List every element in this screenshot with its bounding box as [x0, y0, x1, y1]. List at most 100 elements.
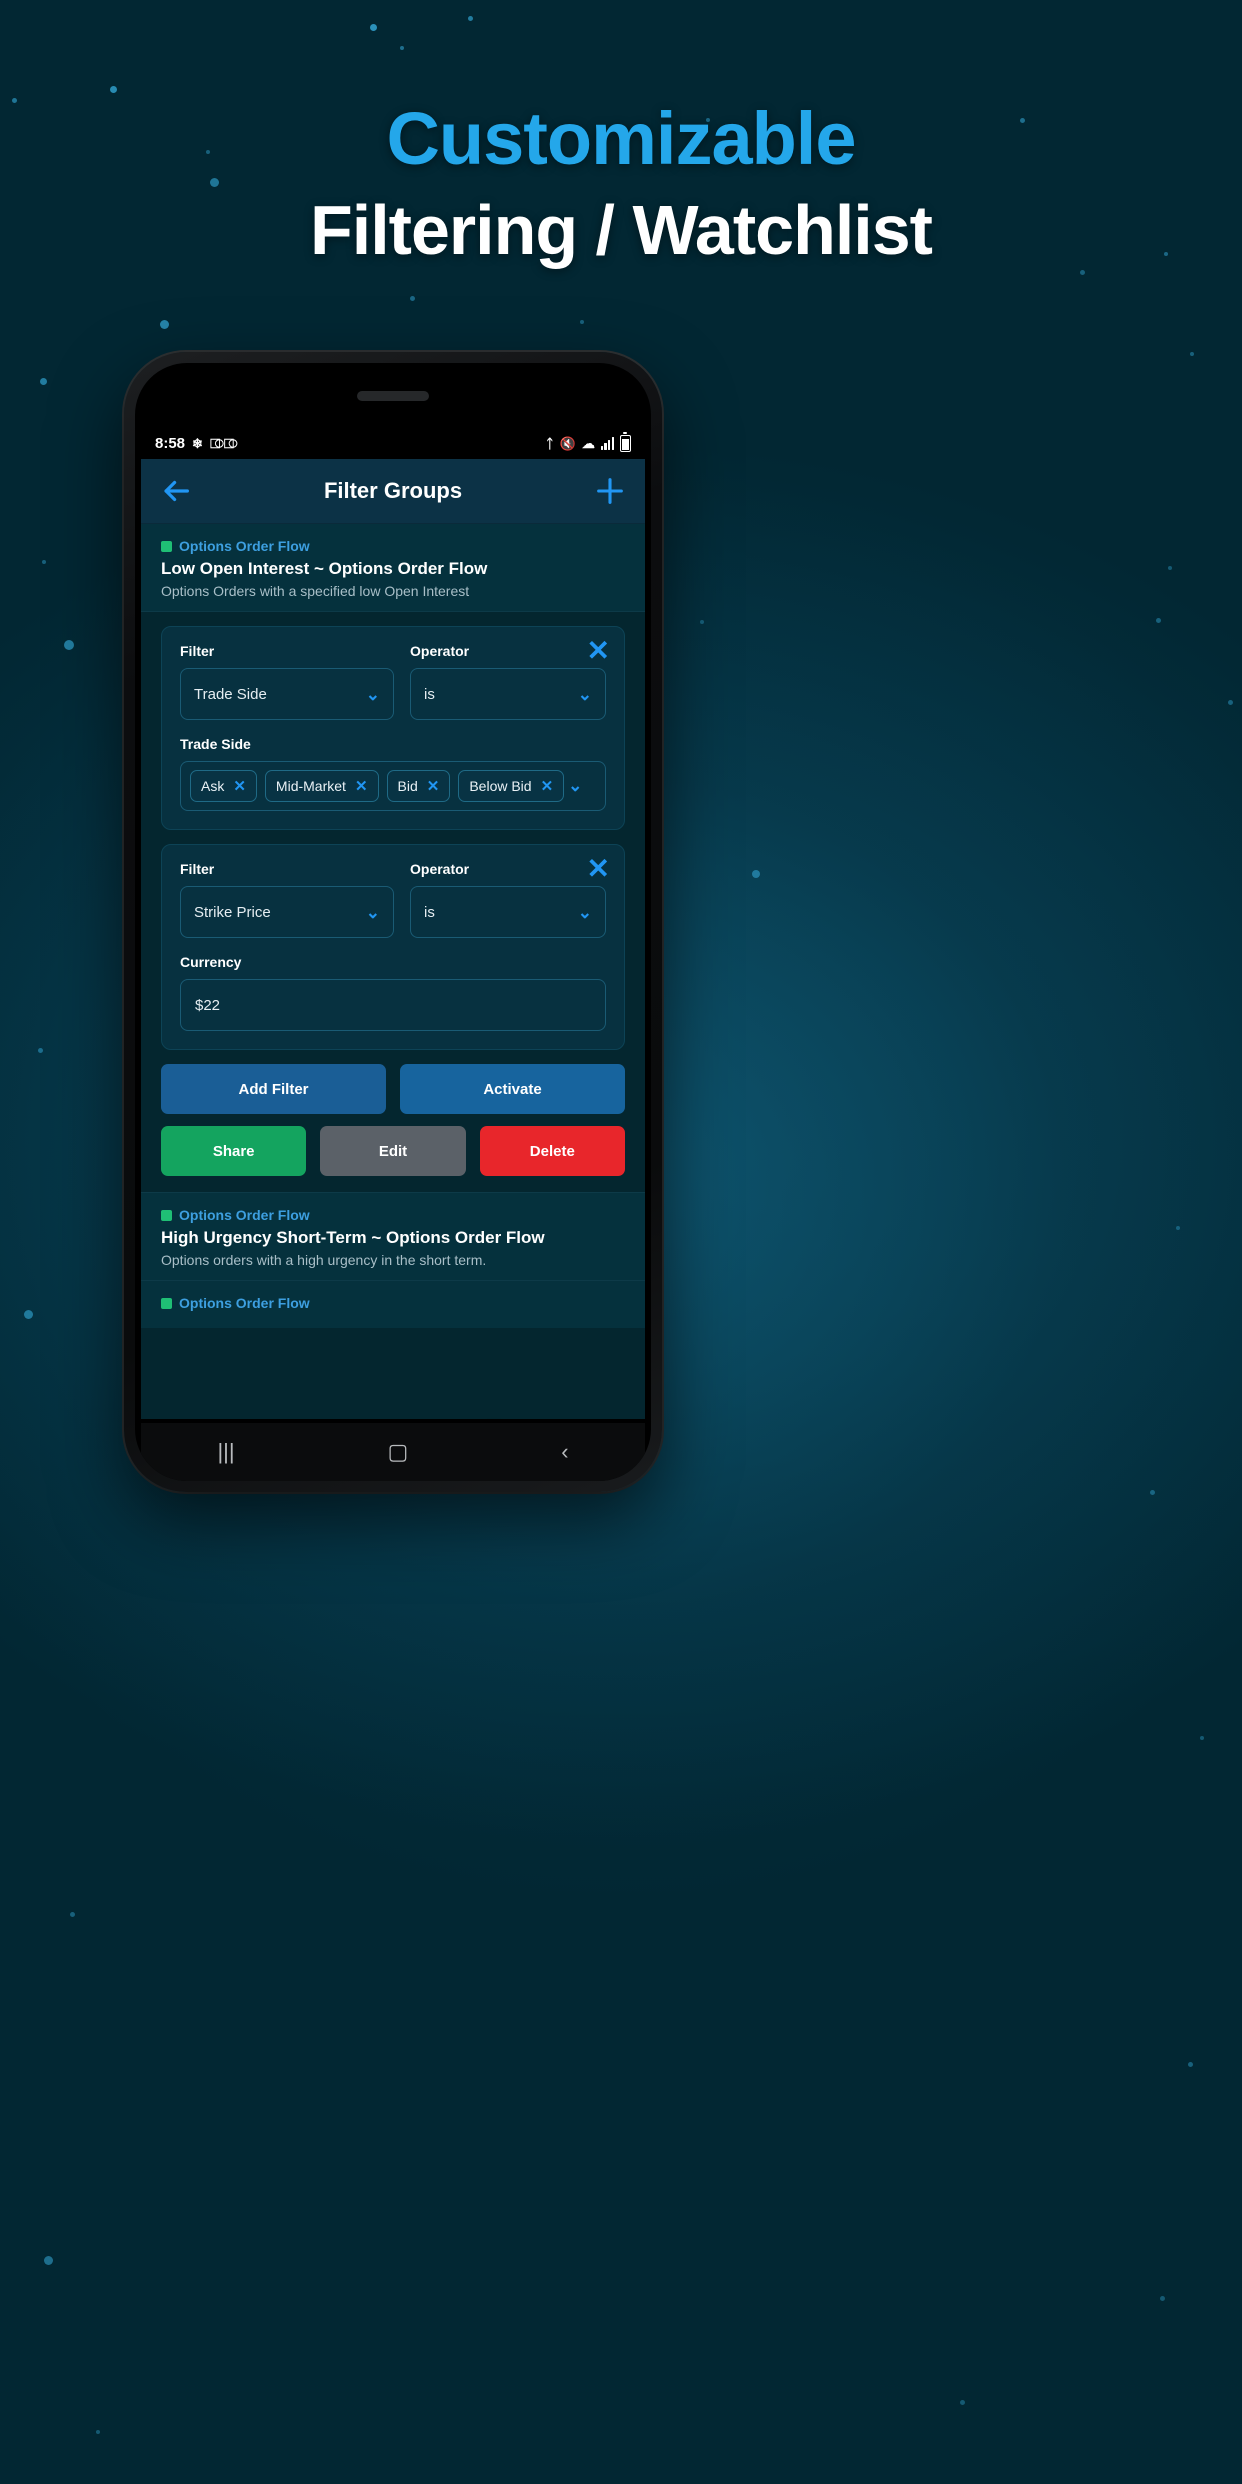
android-status-bar: 8:58 ❄ ⎄⎄ ᛏ 🔇 ☁ [141, 427, 645, 459]
chip-remove-icon[interactable]: ✕ [355, 779, 368, 794]
chevron-down-icon: ⌄ [577, 684, 592, 704]
star [1228, 700, 1233, 705]
group-category-label: Options Order Flow [179, 1295, 310, 1311]
home-button[interactable]: ▢ [388, 1441, 409, 1463]
activate-button[interactable]: Activate [400, 1064, 625, 1114]
star [1160, 2296, 1165, 2301]
group-color-swatch [161, 540, 172, 552]
star [1168, 566, 1172, 570]
phone-earpiece-speaker [357, 391, 429, 401]
back-button[interactable]: ‹ [561, 1441, 568, 1463]
edit-button[interactable]: Edit [320, 1126, 466, 1176]
filter-group-header-partial[interactable]: Options Order Flow [141, 1281, 645, 1328]
group-subtitle: Options orders with a high urgency in th… [161, 1252, 487, 1268]
star [70, 1912, 75, 1917]
phone-mockup: 8:58 ❄ ⎄⎄ ᛏ 🔇 ☁ Filter Groups Options Or… [124, 352, 662, 1492]
add-filter-button[interactable]: Add Filter [161, 1064, 386, 1114]
star [1188, 2062, 1193, 2067]
chip[interactable]: Ask ✕ [190, 770, 257, 802]
remove-filter-button[interactable]: ✕ [587, 855, 610, 883]
chip-label: Mid-Market [275, 778, 346, 794]
group-title: Low Open Interest ~ Options Order Flow [161, 559, 488, 578]
operator-field-label: Operator [410, 861, 470, 877]
chevron-down-icon: ⌄ [577, 902, 592, 922]
chevron-down-icon[interactable]: ⌄ [568, 776, 582, 796]
delete-button[interactable]: Delete [479, 1126, 625, 1176]
signal-icon [600, 436, 614, 450]
wifi-icon: ☁ [581, 435, 595, 451]
star [752, 870, 760, 878]
star [370, 24, 377, 31]
back-button[interactable] [159, 474, 193, 508]
chip-label: Ask [201, 778, 225, 794]
voicemail-icon: ⎄⎄ [209, 435, 238, 451]
operator-field-select[interactable]: is ⌄ [410, 886, 606, 938]
group-category-label: Options Order Flow [179, 1207, 310, 1223]
page-title: Filter Groups [323, 478, 463, 503]
primary-button-row: Add Filter Activate [161, 1064, 625, 1114]
currency-value: $22 [195, 996, 221, 1014]
star [1150, 1490, 1155, 1495]
filter-field-select[interactable]: Trade Side ⌄ [180, 668, 394, 720]
star [960, 2400, 965, 2405]
filter-field-label: Filter [180, 643, 215, 659]
battery-icon [620, 432, 631, 452]
operator-field-select[interactable]: is ⌄ [410, 668, 606, 720]
chip-label: Bid [397, 778, 418, 794]
chip[interactable]: Below Bid ✕ [458, 770, 565, 802]
filter-card: ✕ Filter Trade Side ⌄ Operator is ⌄ Trad… [161, 626, 625, 830]
group-category-label: Options Order Flow [179, 538, 310, 554]
recents-button[interactable]: ||| [217, 1441, 234, 1463]
star [64, 640, 74, 650]
chip[interactable]: Bid ✕ [386, 770, 451, 802]
phone-screen-bezel: 8:58 ❄ ⎄⎄ ᛏ 🔇 ☁ Filter Groups Options Or… [135, 363, 651, 1481]
star [700, 620, 704, 624]
chip-remove-icon[interactable]: ✕ [541, 779, 554, 794]
star [24, 1310, 33, 1319]
star [160, 320, 169, 329]
add-filter-group-button[interactable] [593, 474, 627, 508]
snowflake-icon: ❄ [192, 435, 203, 451]
group-color-swatch [161, 1209, 172, 1221]
filter-group-header[interactable]: Options Order Flow High Urgency Short-Te… [141, 1193, 645, 1280]
currency-input[interactable]: $22 [180, 979, 606, 1031]
star [468, 16, 473, 21]
group-title: High Urgency Short-Term ~ Options Order … [161, 1228, 545, 1247]
mute-icon: 🔇 [559, 435, 576, 451]
filter-field-select[interactable]: Strike Price ⌄ [180, 886, 394, 938]
currency-field-label: Currency [180, 954, 242, 970]
star [40, 378, 47, 385]
remove-filter-button[interactable]: ✕ [587, 637, 610, 665]
filter-field-label: Filter [180, 861, 215, 877]
star [42, 560, 46, 564]
star [410, 296, 415, 301]
android-navigation-bar: ||| ▢ ‹ [141, 1423, 645, 1481]
filter-groups-list[interactable]: Options Order Flow Low Open Interest ~ O… [141, 524, 645, 1419]
chip[interactable]: Mid-Market ✕ [264, 770, 379, 802]
group-subtitle: Options Orders with a specified low Open… [161, 583, 470, 599]
headline-line-2: Filtering / Watchlist [310, 191, 933, 269]
promo-headline: Customizable Filtering / Watchlist [0, 96, 1242, 274]
chip-label: Below Bid [469, 778, 532, 794]
filter-value-label: Trade Side [180, 736, 251, 752]
divider [141, 611, 645, 612]
star [580, 320, 584, 324]
bluetooth-icon: ᛏ [545, 435, 554, 451]
status-time: 8:58 [155, 434, 186, 452]
chip-remove-icon[interactable]: ✕ [427, 779, 440, 794]
chip-remove-icon[interactable]: ✕ [233, 779, 246, 794]
app-screen: 8:58 ❄ ⎄⎄ ᛏ 🔇 ☁ Filter Groups Options Or… [141, 427, 645, 1419]
chevron-down-icon: ⌄ [365, 902, 380, 922]
star [400, 46, 404, 50]
star [1156, 618, 1161, 623]
filter-field-value: Trade Side [194, 685, 267, 703]
filter-card: ✕ Filter Strike Price ⌄ Operator is ⌄ Cu… [161, 844, 625, 1050]
operator-field-value: is [424, 685, 435, 703]
filter-group-header[interactable]: Options Order Flow Low Open Interest ~ O… [141, 524, 645, 611]
filter-field-value: Strike Price [194, 903, 271, 921]
trade-side-chip-group[interactable]: Ask ✕ Mid-Market ✕ Bid ✕ Below Bid ✕ ⌄ [180, 761, 606, 811]
star [110, 86, 117, 93]
group-color-swatch [161, 1297, 172, 1309]
star [1176, 1226, 1180, 1230]
share-button[interactable]: Share [161, 1126, 307, 1176]
